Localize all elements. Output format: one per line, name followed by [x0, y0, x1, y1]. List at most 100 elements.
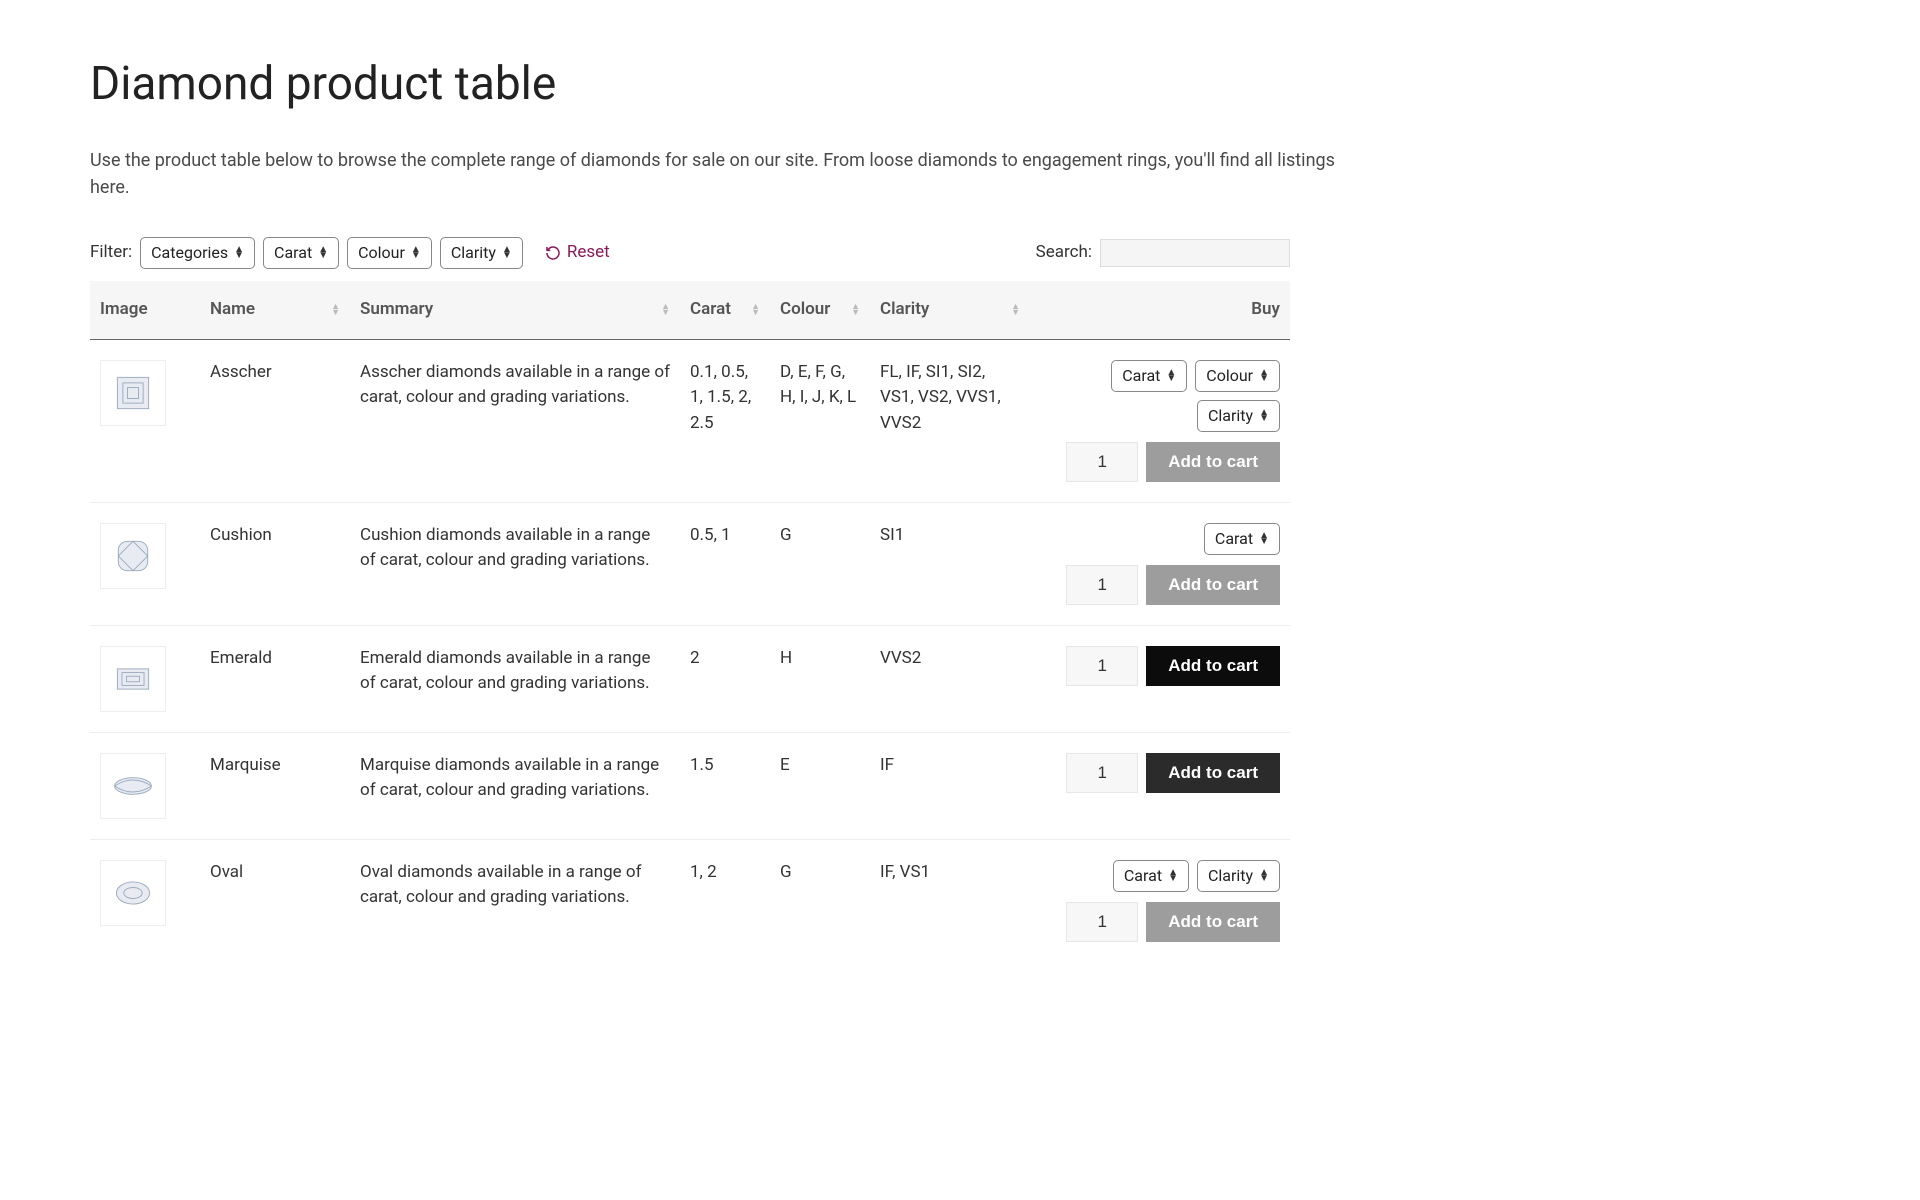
quantity-input[interactable] — [1066, 902, 1138, 942]
buy-row: Add to cart — [1066, 646, 1280, 686]
product-thumb[interactable] — [100, 523, 166, 589]
chevron-updown-icon: ▲▼ — [1259, 370, 1269, 382]
product-clarity: IF — [870, 732, 1030, 839]
quantity-input[interactable] — [1066, 646, 1138, 686]
add-to-cart-button[interactable]: Add to cart — [1146, 646, 1280, 686]
add-to-cart-button[interactable]: Add to cart — [1146, 442, 1280, 482]
product-colour: G — [770, 502, 870, 625]
table-row: Oval Oval diamonds available in a range … — [90, 839, 1290, 962]
chevron-updown-icon: ▲▼ — [1259, 870, 1269, 882]
product-thumb[interactable] — [100, 860, 166, 926]
product-summary: Emerald diamonds available in a range of… — [350, 625, 680, 732]
variant-carat-select[interactable]: Carat▲▼ — [1111, 360, 1187, 392]
product-name[interactable]: Marquise — [200, 732, 350, 839]
product-carat: 1.5 — [680, 732, 770, 839]
chevron-updown-icon: ▲▼ — [318, 247, 328, 259]
product-thumb[interactable] — [100, 360, 166, 426]
reset-link[interactable]: Reset — [545, 240, 610, 266]
quantity-input[interactable] — [1066, 753, 1138, 793]
product-summary: Oval diamonds available in a range of ca… — [350, 839, 680, 962]
variant-carat-select[interactable]: Carat▲▼ — [1204, 523, 1280, 555]
product-name[interactable]: Emerald — [200, 625, 350, 732]
chevron-updown-icon: ▲▼ — [1168, 870, 1178, 882]
sort-icon: ▲▼ — [661, 304, 670, 316]
product-name[interactable]: Oval — [200, 839, 350, 962]
product-thumb[interactable] — [100, 646, 166, 712]
buy-row: Add to cart — [1066, 565, 1280, 605]
table-row: Cushion Cushion diamonds available in a … — [90, 502, 1290, 625]
search-wrap: Search: — [1036, 239, 1290, 267]
product-carat: 2 — [680, 625, 770, 732]
product-summary: Cushion diamonds available in a range of… — [350, 502, 680, 625]
table-row: Asscher Asscher diamonds available in a … — [90, 339, 1290, 502]
variant-colour-select[interactable]: Colour▲▼ — [1195, 360, 1280, 392]
filter-categories-select[interactable]: Categories ▲▼ — [140, 237, 255, 269]
page-title: Diamond product table — [90, 50, 1830, 119]
add-to-cart-button[interactable]: Add to cart — [1146, 902, 1280, 942]
filter-colour-label: Colour — [358, 241, 405, 265]
undo-icon — [545, 245, 561, 261]
filter-label: Filter: — [90, 240, 132, 266]
col-header-buy: Buy — [1030, 281, 1290, 339]
col-header-carat[interactable]: Carat▲▼ — [680, 281, 770, 339]
filter-clarity-label: Clarity — [451, 241, 496, 265]
chevron-updown-icon: ▲▼ — [502, 247, 512, 259]
filter-row: Filter: Categories ▲▼ Carat ▲▼ Colour ▲▼… — [90, 237, 610, 269]
filter-colour-select[interactable]: Colour ▲▼ — [347, 237, 432, 269]
sort-icon: ▲▼ — [1011, 304, 1020, 316]
buy-row: Add to cart — [1066, 442, 1280, 482]
product-thumb[interactable] — [100, 753, 166, 819]
buy-row: Add to cart — [1066, 902, 1280, 942]
product-summary: Asscher diamonds available in a range of… — [350, 339, 680, 502]
add-to-cart-button[interactable]: Add to cart — [1146, 565, 1280, 605]
col-header-colour[interactable]: Colour▲▼ — [770, 281, 870, 339]
variant-selects: Carat▲▼Colour▲▼ Clarity▲▼ — [1040, 360, 1280, 432]
reset-label: Reset — [567, 240, 610, 266]
variant-selects: Carat▲▼ — [1204, 523, 1280, 555]
filter-carat-select[interactable]: Carat ▲▼ — [263, 237, 339, 269]
chevron-updown-icon: ▲▼ — [1166, 370, 1176, 382]
product-clarity: IF, VS1 — [870, 839, 1030, 962]
search-label: Search: — [1036, 240, 1092, 266]
filter-carat-label: Carat — [274, 241, 312, 265]
buy-row: Add to cart — [1066, 753, 1280, 793]
product-colour: E — [770, 732, 870, 839]
table-row: Marquise Marquise diamonds available in … — [90, 732, 1290, 839]
add-to-cart-button[interactable]: Add to cart — [1146, 753, 1280, 793]
filter-clarity-select[interactable]: Clarity ▲▼ — [440, 237, 523, 269]
product-name[interactable]: Cushion — [200, 502, 350, 625]
table-row: Emerald Emerald diamonds available in a … — [90, 625, 1290, 732]
col-header-image: Image — [90, 281, 200, 339]
sort-icon: ▲▼ — [751, 304, 760, 316]
product-colour: G — [770, 839, 870, 962]
table-controls: Filter: Categories ▲▼ Carat ▲▼ Colour ▲▼… — [90, 237, 1290, 269]
product-summary: Marquise diamonds available in a range o… — [350, 732, 680, 839]
product-carat: 1, 2 — [680, 839, 770, 962]
chevron-updown-icon: ▲▼ — [234, 247, 244, 259]
product-clarity: VVS2 — [870, 625, 1030, 732]
sort-icon: ▲▼ — [331, 304, 340, 316]
quantity-input[interactable] — [1066, 565, 1138, 605]
product-carat: 0.5, 1 — [680, 502, 770, 625]
col-header-name[interactable]: Name▲▼ — [200, 281, 350, 339]
product-clarity: SI1 — [870, 502, 1030, 625]
chevron-updown-icon: ▲▼ — [411, 247, 421, 259]
chevron-updown-icon: ▲▼ — [1259, 533, 1269, 545]
page-intro: Use the product table below to browse th… — [90, 147, 1370, 201]
sort-icon: ▲▼ — [851, 304, 860, 316]
col-header-summary[interactable]: Summary▲▼ — [350, 281, 680, 339]
product-name[interactable]: Asscher — [200, 339, 350, 502]
search-input[interactable] — [1100, 239, 1290, 267]
variant-clarity-select[interactable]: Clarity▲▼ — [1197, 400, 1280, 432]
product-carat: 0.1, 0.5, 1, 1.5, 2, 2.5 — [680, 339, 770, 502]
col-header-clarity[interactable]: Clarity▲▼ — [870, 281, 1030, 339]
product-clarity: FL, IF, SI1, SI2, VS1, VS2, VVS1, VVS2 — [870, 339, 1030, 502]
quantity-input[interactable] — [1066, 442, 1138, 482]
product-colour: H — [770, 625, 870, 732]
chevron-updown-icon: ▲▼ — [1259, 410, 1269, 422]
variant-selects: Carat▲▼Clarity▲▼ — [1113, 860, 1280, 892]
variant-clarity-select[interactable]: Clarity▲▼ — [1197, 860, 1280, 892]
product-colour: D, E, F, G, H, I, J, K, L — [770, 339, 870, 502]
variant-carat-select[interactable]: Carat▲▼ — [1113, 860, 1189, 892]
product-table: Image Name▲▼ Summary▲▼ Carat▲▼ Colour▲▼ … — [90, 281, 1290, 962]
